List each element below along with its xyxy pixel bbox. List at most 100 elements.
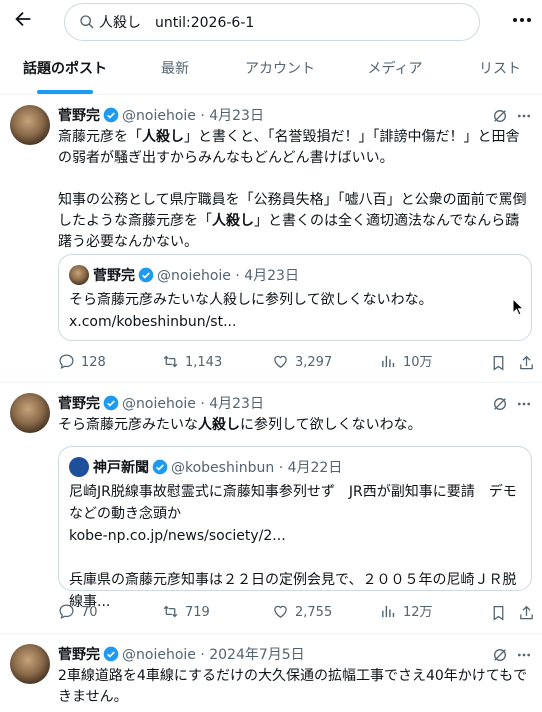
post-header: 菅野完 @noiehoie · 4月23日 (58, 106, 264, 126)
text-segment: に参列して欲しくないわな。 (240, 417, 422, 433)
author-handle[interactable]: @noiehoie (122, 647, 196, 663)
post[interactable]: 菅野完 @noiehoie · 2024年7月5日 2車線道路を4車線にするだけの… (0, 634, 542, 712)
view-count: 10万 (403, 355, 433, 370)
quoted-post-text: 尼崎JR脱線事故慰霊式に斎藤知事参列せず JR西が副知事に要請 デモなどの動き念… (69, 481, 519, 613)
quoted-post-header: 神戸新聞 @kobeshinbun · 4月22日 (69, 457, 342, 477)
grok-icon[interactable] (492, 647, 508, 663)
search-icon (80, 15, 94, 29)
tab-label: メディア (367, 61, 423, 77)
verified-badge-icon (103, 107, 119, 123)
avatar[interactable] (10, 105, 50, 145)
tab-media[interactable]: メディア (360, 44, 430, 94)
post-header: 菅野完 @noiehoie · 2024年7月5日 (58, 645, 305, 665)
quoted-post-date: · 4月22日 (278, 460, 343, 476)
post-date[interactable]: · 2024年7月5日 (200, 647, 304, 663)
like-button[interactable]: 3,297 (272, 353, 332, 373)
reply-icon (59, 604, 74, 620)
post-actions: 70 719 2,755 12万 (58, 603, 542, 623)
author-name[interactable]: 菅野完 (58, 396, 100, 412)
post-date[interactable]: · 4月23日 (200, 108, 264, 124)
post-actions: 128 1,143 3,297 10万 (58, 353, 542, 373)
post-text: そら斎藤元彦みたいな人殺しに参列して欲しくないわな。 (58, 415, 532, 436)
post[interactable]: 菅野完 @noiehoie · 4月23日 そら斎藤元彦みたいな人殺しに参列して欲… (0, 383, 542, 634)
search-tabs: 話題のポスト 最新 アカウント メディア リスト (0, 44, 542, 95)
post-more-icon[interactable] (516, 648, 532, 662)
highlight: 人殺し (198, 417, 240, 433)
reply-count: 70 (81, 605, 98, 620)
avatar[interactable] (10, 644, 50, 684)
analytics-icon (382, 355, 395, 368)
quoted-text: そら斎藤元彦みたいな人殺しに参列して欲しくないわな。 (69, 292, 433, 308)
repost-button[interactable]: 1,143 (162, 353, 222, 373)
quoted-post-date: · 4月23日 (235, 268, 299, 284)
repost-count: 719 (185, 605, 210, 620)
grok-icon[interactable] (492, 396, 508, 412)
verified-badge-icon (103, 646, 119, 662)
repost-icon (163, 355, 178, 368)
share-icon[interactable] (518, 603, 535, 623)
tab-accounts[interactable]: アカウント (240, 44, 320, 94)
post-more-icon[interactable] (516, 109, 532, 123)
tab-top[interactable]: 話題のポスト (20, 44, 110, 94)
quoted-author-handle: @kobeshinbun (171, 460, 275, 476)
post-date[interactable]: · 4月23日 (200, 396, 264, 412)
tab-label: アカウント (245, 61, 315, 77)
kobe-shimbun-logo (69, 457, 89, 477)
text-segment: 斎藤元彦を「 (58, 129, 142, 145)
back-arrow-icon[interactable] (12, 8, 34, 30)
analytics-icon (382, 605, 395, 618)
verified-badge-icon (152, 459, 168, 475)
views-button[interactable]: 12万 (380, 603, 433, 623)
quoted-post[interactable]: 菅野完 @noiehoie · 4月23日 そら斎藤元彦みたいな人殺しに参列して欲… (58, 254, 532, 341)
bookmark-icon[interactable] (490, 603, 507, 623)
reply-count: 128 (81, 355, 106, 370)
bookmark-icon[interactable] (490, 353, 507, 373)
active-tab-indicator (37, 90, 93, 94)
reply-button[interactable]: 70 (58, 603, 98, 623)
verified-badge-icon (138, 267, 154, 283)
quoted-post[interactable]: 神戸新聞 @kobeshinbun · 4月22日 尼崎JR脱線事故慰霊式に斎藤知… (58, 446, 532, 610)
top-bar (0, 0, 542, 44)
quoted-author-name: 神戸新聞 (93, 460, 149, 476)
repost-icon (163, 605, 178, 618)
avatar[interactable] (10, 393, 50, 433)
quoted-avatar (69, 265, 89, 285)
text-segment: そら斎藤元彦みたいな (58, 417, 198, 433)
heart-icon (274, 355, 287, 368)
tab-label: 最新 (161, 61, 189, 77)
more-options-icon[interactable] (510, 11, 534, 29)
share-icon[interactable] (518, 353, 535, 373)
tab-label: リスト (479, 61, 521, 77)
grok-icon[interactable] (492, 108, 508, 124)
quoted-post-header: 菅野完 @noiehoie · 4月23日 (69, 265, 299, 285)
highlight: 人殺し (142, 129, 184, 145)
repost-button[interactable]: 719 (162, 603, 210, 623)
post-text: 2車線道路を4車線にするだけの大久保通の拡幅工事でさえ40年かけてもできません。 (58, 668, 528, 705)
views-button[interactable]: 10万 (380, 353, 433, 373)
search-box[interactable] (64, 3, 480, 41)
search-input[interactable] (99, 10, 459, 34)
quoted-text: 尼崎JR脱線事故慰霊式に斎藤知事参列せず JR西が副知事に要請 デモなどの動き念… (69, 484, 517, 522)
repost-count: 1,143 (185, 355, 223, 370)
post-header: 菅野完 @noiehoie · 4月23日 (58, 394, 264, 414)
author-handle[interactable]: @noiehoie (122, 396, 196, 412)
tab-lists[interactable]: リスト (470, 44, 530, 94)
post-text: 斎藤元彦を「人殺し」と書くと、「名誉毀損だ！」「誹謗中傷だ！」と田舎の弱者が騒ぎ… (58, 127, 532, 253)
tab-label: 話題のポスト (23, 61, 107, 77)
view-count: 12万 (403, 605, 433, 620)
post-more-icon[interactable] (516, 397, 532, 411)
like-count: 2,755 (295, 605, 333, 620)
post[interactable]: 菅野完 @noiehoie · 4月23日 斎藤元彦を「人殺し」と書くと、「名誉毀… (0, 95, 542, 383)
author-name[interactable]: 菅野完 (58, 647, 100, 663)
author-name[interactable]: 菅野完 (58, 108, 100, 124)
quoted-link[interactable]: kobe-np.co.jp/news/society/2... (69, 528, 286, 544)
quoted-author-name: 菅野完 (93, 268, 135, 284)
like-count: 3,297 (295, 355, 333, 370)
tab-latest[interactable]: 最新 (150, 44, 200, 94)
reply-button[interactable]: 128 (58, 353, 106, 373)
author-handle[interactable]: @noiehoie (122, 108, 196, 124)
quoted-link[interactable]: x.com/kobeshinbun/st... (69, 314, 236, 330)
like-button[interactable]: 2,755 (272, 603, 332, 623)
quoted-author-handle: @noiehoie (157, 268, 231, 284)
verified-badge-icon (103, 395, 119, 411)
